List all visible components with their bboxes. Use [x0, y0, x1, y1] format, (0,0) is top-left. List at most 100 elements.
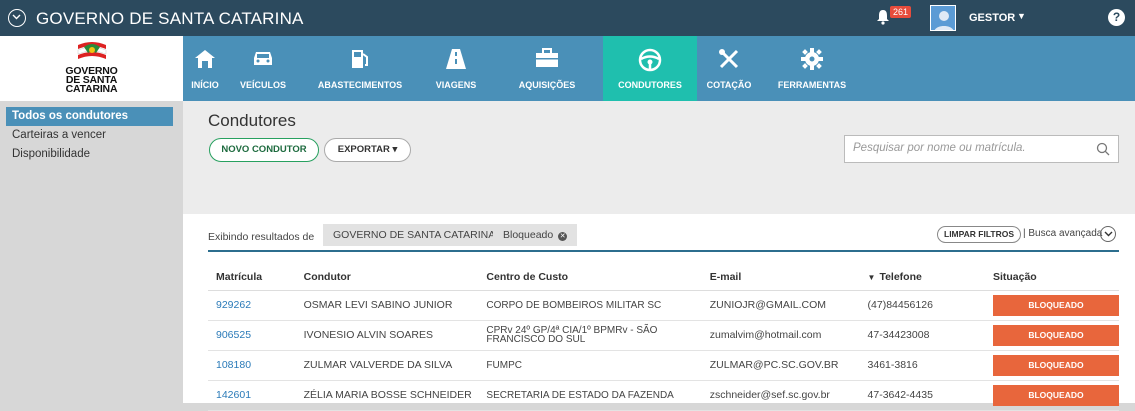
nav-item-inicio[interactable]: INÍCIO — [183, 36, 227, 101]
sidebar-item-todos-condutores[interactable]: Todos os condutores — [6, 107, 173, 126]
steering-wheel-icon — [638, 48, 662, 74]
condutor-cell: ZULMAR VALVERDE DA SILVA — [295, 350, 479, 381]
app-title: GOVERNO DE SANTA CATARINA — [36, 9, 304, 28]
notification-badge: 261 — [890, 6, 912, 18]
top-bar: GOVERNO DE SANTA CATARINA 261 GESTOR ▼ ? — [0, 0, 1135, 36]
logo[interactable]: GOVERNO DE SANTA CATARINA — [0, 36, 183, 101]
avatar[interactable] — [930, 5, 956, 31]
results-panel: Exibindo resultados de GOVERNO DE SANTA … — [183, 214, 1135, 411]
situacao-cell: BLOQUEADO — [984, 380, 1119, 411]
sidebar-item-disponibilidade[interactable]: Disponibilidade — [6, 145, 183, 164]
centro-custo-cell: SECRETARIA DE ESTADO DA FAZENDA — [478, 380, 702, 411]
nav-label: VEÍCULOS — [239, 80, 286, 90]
nav-item-aquisicoes[interactable]: AQUISIÇÕES — [491, 36, 603, 101]
chevron-down-icon[interactable] — [1100, 226, 1116, 242]
logo-text: GOVERNO DE SANTA CATARINA — [0, 66, 183, 95]
nav-label: COTAÇÃO — [706, 80, 752, 90]
situacao-cell: BLOQUEADO — [984, 290, 1119, 321]
email-cell: zumalvim@hotmail.com — [701, 320, 860, 351]
centro-custo-cell: CPRv 24º GP/4ª CIA/1º BPMRv - SÃO FRANCI… — [478, 320, 702, 351]
nav-label: AQUISIÇÕES — [518, 80, 576, 90]
main-nav: INÍCIO VEÍCULOS ABASTECIMENTOS VIAGENS A… — [183, 36, 1135, 101]
sidebar-item-carteiras-a-vencer[interactable]: Carteiras a vencer — [6, 126, 183, 145]
sort-desc-icon: ▼ — [867, 272, 876, 282]
situacao-cell: BLOQUEADO — [984, 350, 1119, 381]
email-cell: ZUNIOJR@GMAIL.COM — [701, 290, 860, 321]
car-icon — [252, 48, 274, 70]
nav-item-ferramentas[interactable]: FERRAMENTAS — [761, 36, 863, 101]
nav-label: FERRAMENTAS — [777, 80, 847, 90]
status-badge[interactable]: BLOQUEADO — [992, 294, 1119, 316]
search-input[interactable] — [853, 142, 1083, 154]
telefone-cell: (47)84456126 — [859, 290, 985, 321]
nav-item-viagens[interactable]: VIAGENS — [421, 36, 491, 101]
search-box — [844, 135, 1119, 163]
drivers-table: Matrícula Condutor Centro de Custo E-mai… — [208, 264, 1119, 411]
main-content: Condutores NOVO CONDUTOR EXPORTAR ▾ Exib… — [183, 101, 1135, 411]
fuel-pump-icon — [350, 48, 370, 72]
telefone-cell: 47-3642-4435 — [859, 380, 985, 411]
nav-item-veiculos[interactable]: VEÍCULOS — [227, 36, 299, 101]
col-header-matricula[interactable]: Matrícula — [208, 264, 296, 291]
nav-label: CONDUTORES — [618, 80, 682, 90]
matricula-link[interactable]: 906525 — [208, 320, 296, 351]
table-row[interactable]: 929262 OSMAR LEVI SABINO JUNIOR CORPO DE… — [208, 290, 1119, 321]
col-header-centro-custo[interactable]: Centro de Custo — [478, 264, 702, 291]
centro-custo-cell: CORPO DE BOMBEIROS MILITAR SC — [478, 290, 702, 321]
matricula-link[interactable]: 142601 — [208, 380, 296, 411]
nav-label: ABASTECIMENTOS — [317, 80, 403, 90]
centro-custo-cell: FUMPC — [478, 350, 702, 381]
col-header-telefone[interactable]: ▼ Telefone — [859, 264, 985, 291]
condutor-cell: OSMAR LEVI SABINO JUNIOR — [295, 290, 479, 321]
tools-icon — [718, 48, 740, 72]
nav-label: INÍCIO — [191, 80, 219, 90]
matricula-link[interactable]: 929262 — [208, 290, 296, 321]
home-icon — [194, 48, 216, 72]
sidebar: Todos os condutores Carteiras a vencer D… — [0, 101, 183, 403]
help-icon[interactable]: ? — [1108, 9, 1125, 26]
filter-chip-organization[interactable]: GOVERNO DE SANTA CATARINA — [323, 224, 506, 246]
user-name[interactable]: GESTOR — [969, 12, 1015, 24]
filter-chip-status[interactable]: Bloqueado ✕ — [493, 224, 578, 246]
remove-filter-icon[interactable]: ✕ — [558, 232, 568, 241]
nav-item-cotacao[interactable]: COTAÇÃO — [697, 36, 761, 101]
nav-item-abastecimentos[interactable]: ABASTECIMENTOS — [299, 36, 421, 101]
road-icon — [445, 48, 467, 72]
divider — [208, 250, 1119, 252]
col-header-condutor[interactable]: Condutor — [295, 264, 479, 291]
advanced-search-link[interactable]: | Busca avançada — [1023, 228, 1102, 239]
page-title: Condutores — [208, 111, 296, 130]
table-row[interactable]: 142601 ZÉLIA MARIA BOSSE SCHNEIDER SECRE… — [208, 380, 1119, 411]
menu-toggle-icon[interactable] — [8, 9, 26, 27]
nav-label: VIAGENS — [435, 80, 477, 90]
gear-icon — [801, 48, 823, 72]
telefone-cell: 3461-3816 — [859, 350, 985, 381]
condutor-cell: ZÉLIA MARIA BOSSE SCHNEIDER — [295, 380, 479, 411]
bell-icon[interactable] — [876, 9, 890, 28]
situacao-cell: BLOQUEADO — [984, 320, 1119, 351]
briefcase-icon — [535, 48, 559, 70]
table-header-row: Matrícula Condutor Centro de Custo E-mai… — [208, 264, 1119, 291]
nav-item-condutores[interactable]: CONDUTORES — [603, 36, 697, 101]
clear-filters-button[interactable]: LIMPAR FILTROS — [937, 226, 1022, 243]
chevron-down-icon[interactable]: ▼ — [1017, 11, 1026, 21]
email-cell: zschneider@sef.sc.gov.br — [701, 380, 860, 411]
condutor-cell: IVONESIO ALVIN SOARES — [295, 320, 479, 351]
table-row[interactable]: 108180 ZULMAR VALVERDE DA SILVA FUMPC ZU… — [208, 350, 1119, 381]
matricula-link[interactable]: 108180 — [208, 350, 296, 381]
col-header-telefone-label: Telefone — [879, 270, 922, 283]
email-cell: ZULMAR@PC.SC.GOV.BR — [701, 350, 860, 381]
status-badge[interactable]: BLOQUEADO — [992, 384, 1119, 406]
new-driver-button[interactable]: NOVO CONDUTOR — [209, 138, 319, 162]
search-icon[interactable] — [1096, 142, 1110, 159]
status-badge[interactable]: BLOQUEADO — [992, 354, 1119, 376]
export-button[interactable]: EXPORTAR ▾ — [324, 138, 411, 162]
filter-label: Exibindo resultados de — [208, 231, 315, 243]
telefone-cell: 47-34423008 — [859, 320, 985, 351]
table-row[interactable]: 906525 IVONESIO ALVIN SOARES CPRv 24º GP… — [208, 320, 1119, 351]
status-badge[interactable]: BLOQUEADO — [992, 324, 1119, 346]
col-header-email[interactable]: E-mail — [701, 264, 860, 291]
col-header-situacao[interactable]: Situação — [984, 264, 1119, 291]
chip-label: GOVERNO DE SANTA CATARINA — [333, 229, 496, 241]
logo-line-3: CATARINA — [65, 83, 118, 95]
